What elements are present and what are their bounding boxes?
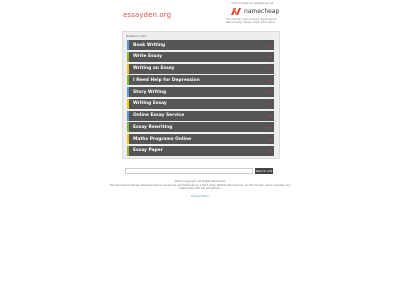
related-link-label: Book Writing [133,42,166,48]
search-bar: Search Ads [125,168,273,174]
related-link[interactable]: Essay Paper » [127,145,274,156]
chevron-right-icon: » [268,66,271,72]
chevron-right-icon: » [268,89,271,95]
related-link-label: Essay Rewriting [133,124,173,130]
chevron-right-icon: » [268,77,271,83]
chevron-right-icon: » [268,54,271,60]
chevron-right-icon: » [268,136,271,142]
related-link[interactable]: Online Essay Service » [127,110,274,121]
namecheap-logo-text: namecheap [244,8,280,15]
related-link[interactable]: I Need Help for Depression » [127,75,274,86]
namecheap-logo[interactable]: namecheap [230,7,279,16]
namecheap-logo-icon [230,7,242,16]
related-link[interactable]: Book Writing » [127,40,274,50]
copyright: 2024 Copyright. All Rights Reserved. [174,179,226,183]
privacy-policy-link[interactable]: Privacy Policy [0,195,400,198]
chevron-right-icon: » [268,101,271,107]
related-link-label: Online Essay Service [133,113,185,119]
chevron-right-icon: » [268,42,271,48]
domain-name: essayden.org [123,11,172,19]
related-links-title: Related Links [126,34,147,38]
related-link[interactable]: Story Writing » [127,87,274,98]
related-link-label: Maths Programs Online [133,136,192,142]
registrar-note: This domain is registered at [231,1,273,5]
related-link[interactable]: Writing Essay » [127,98,274,109]
related-link-label: Write Essay [133,54,162,60]
related-link[interactable]: Writing an Essay » [127,63,274,74]
related-link[interactable]: Maths Programs Online » [127,134,274,145]
chevron-right-icon: » [268,124,271,130]
related-link[interactable]: Essay Rewriting » [127,122,274,133]
chevron-right-icon: » [268,148,271,154]
related-link-label: Story Writing [133,89,167,95]
related-link-label: I Need Help for Depression [133,77,200,83]
related-link-label: Essay Paper [133,148,163,154]
related-links-list: Book Writing » Write Essay » Writing an … [127,40,274,158]
search-button[interactable]: Search Ads [255,168,273,174]
registrar-description: This domain was recently registered at N… [226,18,277,25]
related-links-panel: Related Links Book Writing » Write Essay… [122,31,280,159]
related-link-label: Writing an Essay [133,66,175,72]
related-link-label: Writing Essay [133,101,167,107]
chevron-right-icon: » [268,113,271,119]
search-input[interactable] [125,168,253,174]
disclaimer: The Sponsored Listings displayed above a… [109,184,291,191]
related-link[interactable]: Write Essay » [127,51,274,62]
